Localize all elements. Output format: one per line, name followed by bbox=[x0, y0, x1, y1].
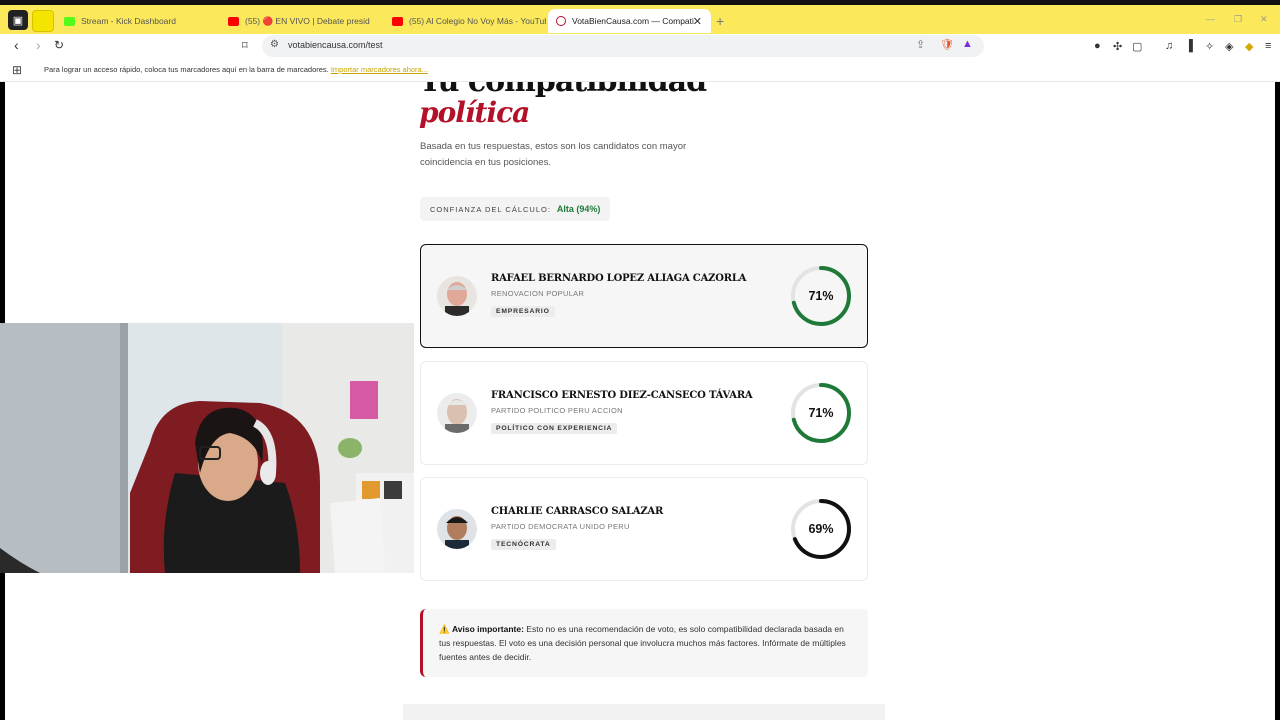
restore-icon[interactable]: ❐ bbox=[1234, 14, 1242, 25]
new-tab-icon[interactable]: + bbox=[716, 13, 724, 29]
candidate-name: CHARLIE CARRASCO SALAZAR bbox=[491, 506, 664, 517]
warning-icon: ⚠️ bbox=[439, 624, 450, 634]
tab-youtube-colegio[interactable]: (55) Al Colegio No Voy Más - YouTub bbox=[384, 9, 546, 33]
sidebar-icon[interactable]: ▐ bbox=[1185, 40, 1193, 52]
brave-shield-icon[interactable]: 🛡 bbox=[940, 38, 954, 51]
candidate-avatar bbox=[437, 276, 477, 316]
youtube-icon bbox=[392, 16, 403, 26]
compatibility-score: 71% bbox=[808, 289, 834, 303]
compatibility-score: 69% bbox=[808, 522, 834, 536]
candidate-party: PARTIDO POLITICO PERU ACCION bbox=[491, 406, 623, 415]
screenshot-extension-icon[interactable]: ▢ bbox=[1132, 40, 1142, 53]
tab-votabiencausa[interactable]: VotaBienCausa.com — Compati ✕ bbox=[548, 9, 711, 33]
candidate-avatar bbox=[437, 393, 477, 433]
candidate-tag: POLÍTICO CON EXPERIENCIA bbox=[491, 423, 618, 434]
bookmarks-bar: ⊞ Para lograr un acceso rápido, coloca t… bbox=[0, 58, 1280, 82]
apps-grid-icon[interactable]: ⊞ bbox=[12, 63, 22, 77]
candidate-name: FRANCISCO ERNESTO DIEZ-CANSECO TÁVARA bbox=[491, 390, 753, 401]
compatibility-score-ring: 71% bbox=[789, 264, 853, 328]
vpn-icon[interactable]: ◈ bbox=[1225, 40, 1233, 53]
confidence-label: CONFIANZA DEL CÁLCULO: bbox=[430, 204, 551, 214]
tab-kick-dashboard[interactable]: Stream - Kick Dashboard bbox=[56, 9, 218, 33]
candidate-avatar bbox=[437, 509, 477, 549]
ai-icon[interactable]: ✧ bbox=[1205, 40, 1214, 53]
compatibility-score: 71% bbox=[808, 406, 834, 420]
webcam-overlay bbox=[0, 323, 414, 573]
profile-icon[interactable] bbox=[32, 10, 54, 32]
minimize-icon[interactable]: — bbox=[1206, 14, 1215, 24]
close-window-icon[interactable]: ✕ bbox=[1260, 14, 1268, 25]
tab-bar: ▣ Stream - Kick Dashboard (55) 🔴 EN VIVO… bbox=[0, 0, 1280, 34]
back-icon[interactable]: ‹ bbox=[14, 37, 19, 53]
important-notice: ⚠️ Aviso importante: Esto no es una reco… bbox=[420, 609, 868, 677]
candidate-party: PARTIDO DEMOCRATA UNIDO PERU bbox=[491, 522, 630, 531]
brave-rewards-icon[interactable]: ▲ bbox=[962, 38, 973, 50]
forward-icon[interactable]: › bbox=[36, 37, 41, 53]
candidate-card[interactable]: RAFAEL BERNARDO LOPEZ ALIAGA CAZORLA REN… bbox=[420, 244, 868, 348]
compatibility-score-ring: 71% bbox=[789, 381, 853, 445]
notice-title: Aviso importante: bbox=[451, 624, 524, 634]
confidence-badge: CONFIANZA DEL CÁLCULO: Alta (94%) bbox=[420, 197, 611, 221]
footer-strip bbox=[403, 704, 885, 720]
wallet-icon[interactable]: ◆ bbox=[1245, 40, 1253, 53]
reload-icon[interactable]: ↻ bbox=[54, 38, 64, 52]
candidate-tag: TECNÓCRATA bbox=[491, 539, 556, 550]
import-bookmarks-link[interactable]: Importar marcadores ahora... bbox=[331, 65, 428, 74]
page-subtitle: Basada en tus respuestas, estos son los … bbox=[420, 141, 687, 168]
address-bar[interactable]: ⚙ votabiencausa.com/test ⇪ 🛡 ▲ bbox=[262, 35, 984, 57]
kick-icon bbox=[64, 16, 75, 26]
page-title-accent: política bbox=[419, 96, 530, 129]
puzzle-extension-icon[interactable]: ✣ bbox=[1113, 40, 1122, 53]
youtube-icon bbox=[228, 16, 239, 26]
cookie-extension-icon[interactable]: ● bbox=[1094, 40, 1101, 52]
candidate-card[interactable]: FRANCISCO ERNESTO DIEZ-CANSECO TÁVARA PA… bbox=[420, 361, 868, 465]
browser-toolbar: ‹ › ↻ ⌑ ⚙ votabiencausa.com/test ⇪ 🛡 ▲ ●… bbox=[0, 34, 1280, 58]
compatibility-score-ring: 69% bbox=[789, 497, 853, 561]
close-tab-icon[interactable]: ✕ bbox=[693, 15, 702, 28]
vote-icon bbox=[556, 16, 566, 26]
candidate-card[interactable]: CHARLIE CARRASCO SALAZAR PARTIDO DEMOCRA… bbox=[420, 477, 868, 581]
candidate-name: RAFAEL BERNARDO LOPEZ ALIAGA CAZORLA bbox=[491, 273, 747, 284]
extension-icon[interactable]: ▣ bbox=[8, 10, 28, 30]
url-text[interactable]: votabiencausa.com/test bbox=[288, 40, 383, 50]
candidate-tag: EMPRESARIO bbox=[491, 306, 555, 317]
site-info-icon[interactable]: ⚙ bbox=[270, 39, 279, 50]
bookmarks-hint: Para lograr un acceso rápido, coloca tus… bbox=[44, 65, 428, 74]
tab-youtube-debate[interactable]: (55) 🔴 EN VIVO | Debate presid bbox=[220, 9, 382, 33]
confidence-value: Alta (94%) bbox=[556, 204, 601, 214]
music-icon[interactable]: ♫ bbox=[1165, 40, 1173, 52]
menu-icon[interactable]: ≡ bbox=[1265, 40, 1271, 52]
bookmark-icon[interactable]: ⌑ bbox=[242, 39, 248, 52]
share-icon[interactable]: ⇪ bbox=[916, 38, 925, 51]
candidate-party: RENOVACION POPULAR bbox=[491, 289, 585, 298]
